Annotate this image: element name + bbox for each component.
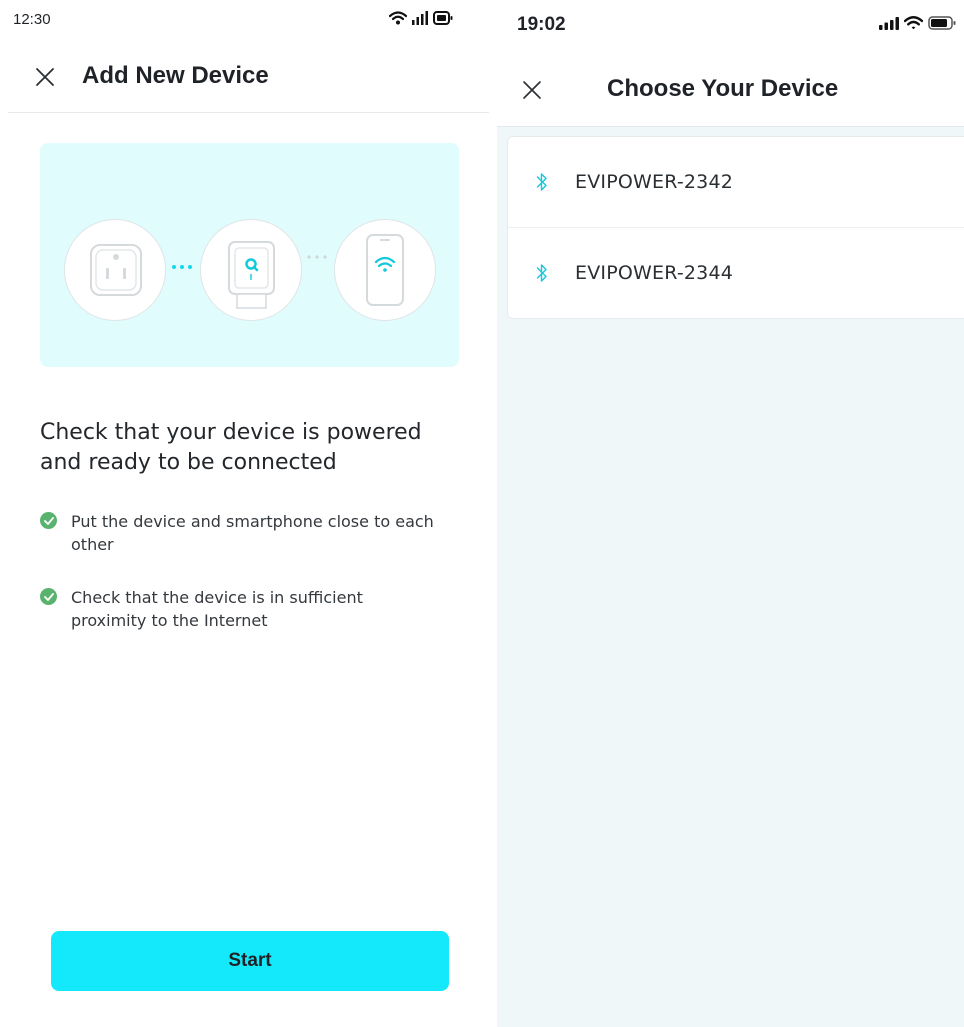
close-icon[interactable] bbox=[521, 79, 543, 101]
connection-dots bbox=[172, 265, 192, 269]
device-list: EVIPOWER-2342 EVIPOWER-2344 bbox=[507, 136, 964, 319]
instruction-heading: Check that your device is powered and re… bbox=[40, 420, 422, 475]
add-device-screen: 12:30 Add New Device Check that your dev… bbox=[0, 0, 497, 1027]
battery-icon bbox=[928, 16, 956, 30]
connection-dots bbox=[307, 255, 327, 259]
plug-device-icon bbox=[200, 219, 302, 321]
connection-illustration bbox=[40, 143, 459, 367]
signal-icon bbox=[879, 16, 899, 30]
device-name: EVIPOWER-2342 bbox=[575, 171, 734, 193]
close-icon[interactable] bbox=[34, 66, 56, 88]
header: Choose Your Device bbox=[497, 52, 964, 127]
outlet-icon bbox=[64, 219, 166, 321]
bluetooth-icon bbox=[536, 173, 547, 191]
header: Add New Device bbox=[8, 52, 489, 113]
checklist-item: Put the device and smartphone close to e… bbox=[40, 510, 441, 556]
start-button[interactable]: Start bbox=[51, 931, 449, 991]
status-bar: 19:02 bbox=[497, 0, 964, 52]
check-icon bbox=[40, 512, 57, 529]
page-title: Add New Device bbox=[82, 62, 269, 89]
phone-wifi-icon bbox=[334, 219, 436, 321]
status-time: 19:02 bbox=[517, 14, 566, 35]
device-name: EVIPOWER-2344 bbox=[575, 262, 734, 284]
status-icons bbox=[879, 16, 956, 30]
checklist-text: Put the device and smartphone close to e… bbox=[71, 512, 434, 554]
checklist-item: Check that the device is in sufficient p… bbox=[40, 586, 441, 632]
page-title: Choose Your Device bbox=[607, 75, 839, 102]
bluetooth-icon bbox=[536, 264, 547, 282]
choose-device-screen: 19:02 Choose Your Device EVIPOWER-2342 E… bbox=[497, 0, 964, 1027]
check-icon bbox=[40, 588, 57, 605]
checklist-text: Check that the device is in sufficient p… bbox=[71, 588, 363, 630]
device-list-item[interactable]: EVIPOWER-2344 bbox=[508, 228, 964, 318]
device-list-item[interactable]: EVIPOWER-2342 bbox=[508, 137, 964, 228]
status-bar: 12:30 bbox=[0, 0, 497, 42]
wifi-icon bbox=[389, 11, 407, 25]
signal-icon bbox=[412, 11, 428, 25]
wifi-icon bbox=[904, 16, 923, 30]
status-icons bbox=[389, 11, 453, 25]
battery-icon bbox=[433, 11, 453, 25]
status-time: 12:30 bbox=[13, 11, 51, 28]
